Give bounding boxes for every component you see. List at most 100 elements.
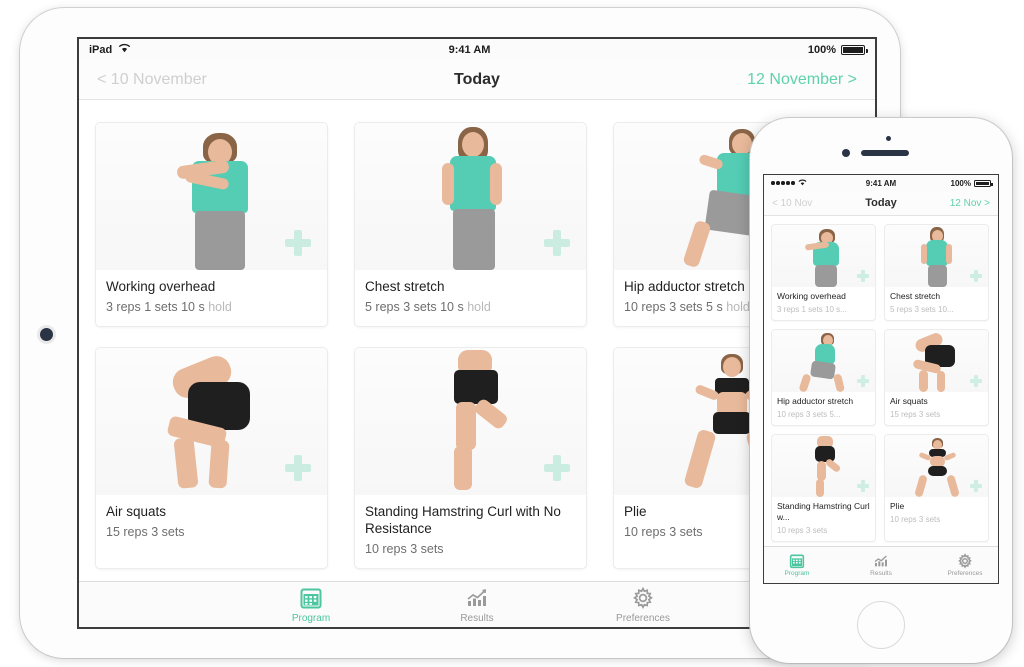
plus-badge-icon [285,455,311,481]
exercise-card[interactable]: Working overhead 3 reps 1 sets 10 s hold [95,122,328,327]
exercise-thumbnail [96,348,327,495]
tab-label: Program [784,570,810,577]
ipad-clock: 9:41 AM [448,43,491,56]
reps-value: 15 reps [106,525,148,539]
iphone-proximity-sensor-icon [886,136,891,141]
exercise-card[interactable]: Chest stretch 5 reps 3 sets 10 s hold [354,122,587,327]
exercise-meta: 15 reps 3 sets [106,525,317,539]
tab-label: Results [870,570,892,577]
exercise-title: Standing Hamstring Curl with No Resistan… [365,504,561,536]
hold-label: hold [726,300,750,314]
exercise-title: Chest stretch [365,279,445,294]
ipad-front-camera-icon [40,328,53,341]
iphone-exercise-list: Working overhead 3 reps 1 sets 10 s... C… [764,216,998,546]
bar-chart-icon [465,586,489,610]
exercise-meta: 3 reps 1 sets 10 s hold [106,300,317,314]
iphone-nav-bar: < 10 Nov Today 12 Nov > [764,191,998,216]
devices-scene: iPad 9:41 AM 100% < 10 November Today 12… [0,0,1024,667]
exercise-meta: 10 reps 3 sets [365,542,576,556]
ipad-nav-bar: < 10 November Today 12 November > [79,60,875,100]
wifi-icon [118,43,131,56]
hold-label: hold [467,300,491,314]
reps-value: 3 reps [106,300,141,314]
exercise-thumbnail [772,330,875,392]
exercise-card[interactable]: Air squats 15 reps 3 sets [884,329,989,426]
iphone-status-bar: 9:41 AM 100% [764,175,998,191]
battery-full-icon [973,179,993,187]
iphone-device: 9:41 AM 100% < 10 Nov Today 12 Nov > Wor… [750,118,1012,663]
exercise-title: Chest stretch [890,291,941,301]
exercise-meta: 10 reps 3 sets [777,526,828,535]
tab-program[interactable]: Program [770,553,824,577]
bar-chart-icon [873,553,889,569]
exercise-thumbnail [355,348,586,495]
next-day-button[interactable]: 12 November > [604,71,857,89]
plus-badge-icon [544,230,570,256]
tab-label: Preferences [616,612,670,624]
exercise-title: Air squats [890,396,928,406]
tab-preferences[interactable]: Preferences [601,586,685,624]
exercise-info: Air squats 15 reps 3 sets [96,495,327,551]
exercise-card[interactable]: Standing Hamstring Curl with No Resistan… [354,347,587,569]
plus-badge-icon [857,480,869,492]
plus-badge-icon [285,230,311,256]
iphone-tab-bar: Program Results Preferences [764,546,998,583]
plus-badge-icon [970,270,982,282]
exercise-meta: 15 reps 3 sets [890,410,941,419]
sets-value: 3 sets [410,542,444,556]
battery-full-icon [841,44,868,55]
gear-icon [631,586,655,610]
exercise-card[interactable]: Air squats 15 reps 3 sets [95,347,328,569]
ipad-status-bar: iPad 9:41 AM 100% [79,39,875,60]
exercise-thumbnail [772,435,875,497]
sets-value: 3 sets [669,525,703,539]
calendar-icon [299,586,323,610]
exercise-card[interactable]: Plie 10 reps 3 sets [884,434,989,542]
tab-label: Program [291,612,331,624]
tab-program[interactable]: Program [269,586,353,624]
exercise-card[interactable]: Chest stretch 5 reps 3 sets 10... [884,224,989,321]
exercise-info: Hip adductor stretch 10 reps 3 sets 5... [772,392,875,425]
iphone-earpiece-speaker [861,150,909,156]
exercise-info: Standing Hamstring Curl w... 10 reps 3 s… [772,497,875,541]
iphone-home-button[interactable] [857,601,905,649]
iphone-clock: 9:41 AM [865,178,897,188]
exercise-info: Chest stretch 5 reps 3 sets 10... [885,287,988,320]
gear-icon [957,553,973,569]
signal-dots-icon [771,181,795,185]
exercise-thumbnail [772,225,875,287]
exercise-thumbnail [885,225,988,287]
exercise-thumbnail [885,330,988,392]
exercise-title: Air squats [106,504,167,519]
previous-day-button[interactable]: < 10 Nov [772,198,845,209]
tab-label: Preferences [947,570,983,577]
iphone-battery-percent: 100% [950,178,971,188]
hold-value: 5 s [706,300,723,314]
exercise-card[interactable]: Working overhead 3 reps 1 sets 10 s... [771,224,876,321]
wifi-icon [798,179,807,188]
sets-value: 3 sets [403,300,437,314]
reps-value: 10 reps [365,542,407,556]
reps-value: 5 reps [365,300,400,314]
iphone-screen: 9:41 AM 100% < 10 Nov Today 12 Nov > Wor… [763,174,999,584]
exercise-title: Standing Hamstring Curl w... [777,501,870,522]
next-day-button[interactable]: 12 Nov > [917,198,990,209]
exercise-card[interactable]: Standing Hamstring Curl w... 10 reps 3 s… [771,434,876,542]
exercise-card[interactable]: Hip adductor stretch 10 reps 3 sets 5... [771,329,876,426]
exercise-title: Working overhead [777,291,846,301]
tab-results[interactable]: Results [854,553,908,577]
sets-value: 3 sets [669,300,703,314]
plus-badge-icon [857,270,869,282]
plus-badge-icon [857,375,869,387]
exercise-info: Standing Hamstring Curl with No Resistan… [355,495,586,568]
plus-badge-icon [544,455,570,481]
exercise-title: Hip adductor stretch [777,396,854,406]
previous-day-button[interactable]: < 10 November [97,71,350,89]
tab-label: Results [460,612,494,624]
tab-preferences[interactable]: Preferences [938,553,992,577]
exercise-meta: 10 reps 3 sets [890,515,941,524]
exercise-card-grid: Working overhead 3 reps 1 sets 10 s hold [95,122,859,581]
tab-results[interactable]: Results [435,586,519,624]
reps-value: 10 reps [624,300,666,314]
exercise-thumbnail [96,123,327,270]
